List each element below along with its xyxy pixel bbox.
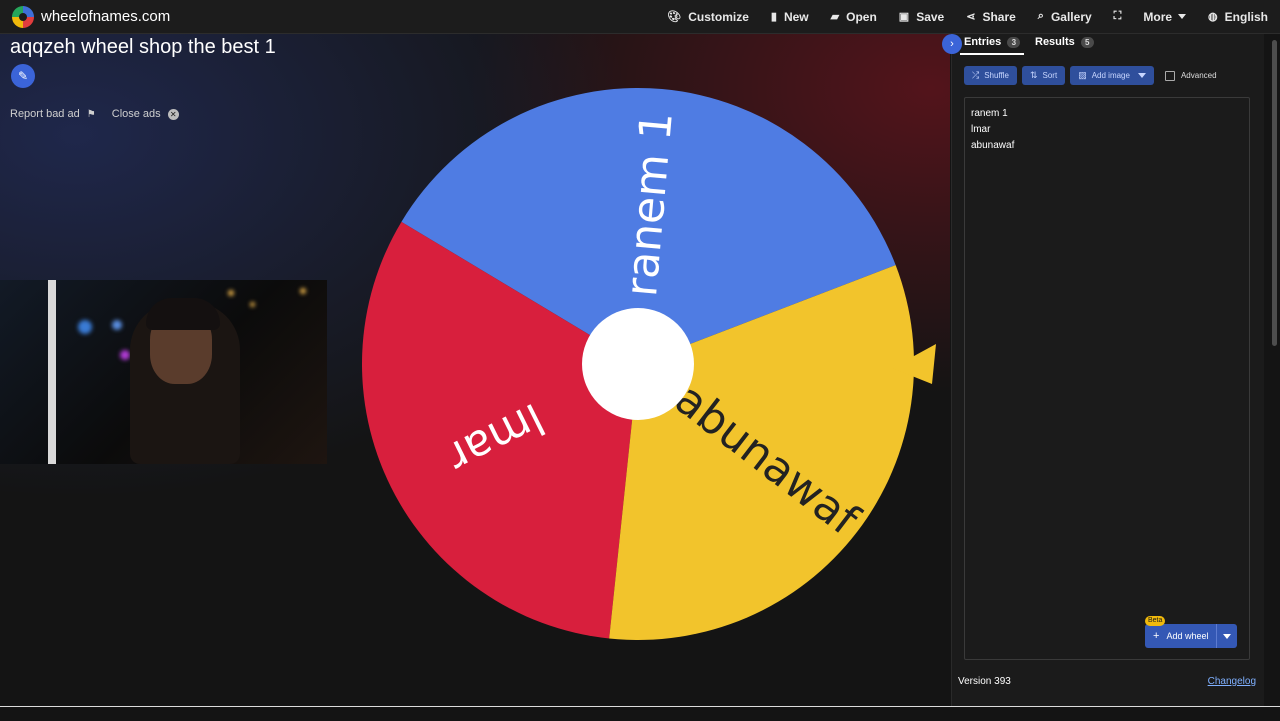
tab-results-label: Results [1035, 36, 1075, 48]
chevron-down-icon [1223, 633, 1232, 639]
fullscreen-icon: ⛶ [1113, 10, 1122, 22]
wheel-stage: aqqzeh wheel shop the best 1 ✎ Report ba… [0, 34, 950, 706]
entry-line: lmar [971, 124, 991, 135]
open-button[interactable]: ▰ Open [831, 10, 877, 24]
new-file-icon: ▮ [770, 11, 777, 23]
image-icon: ▨ [1078, 70, 1087, 80]
sort-button[interactable]: ⇅ Sort [1021, 66, 1066, 85]
entry-line: abunawaf [971, 140, 1015, 151]
share-button[interactable]: ⋖ Share [966, 10, 1016, 24]
new-button[interactable]: ▮ New [771, 10, 809, 24]
folder-open-icon: ▰ [830, 11, 840, 23]
more-menu-button[interactable]: More [1143, 9, 1187, 24]
panel-tabs: › Entries 3 Results 5 [942, 34, 1264, 58]
changelog-link[interactable]: Changelog [1208, 676, 1256, 687]
entries-panel: › Entries 3 Results 5 ⤮ Shuffle ⇅ Sort ▨… [942, 34, 1264, 706]
gallery-label: Gallery [1050, 9, 1092, 24]
tab-results[interactable]: Results 5 [1035, 36, 1094, 48]
brand[interactable]: wheelofnames.com [12, 5, 170, 28]
gallery-button[interactable]: ⌕ Gallery [1038, 10, 1092, 24]
add-wheel-label: Add wheel [1166, 631, 1209, 641]
shuffle-icon: ⤮ [972, 70, 980, 80]
save-label: Save [916, 9, 945, 24]
version-label: Version 393 [958, 676, 1011, 687]
top-nav: 🎨︎ Customize ▮ New ▰ Open ▣ Save ⋖ Share… [645, 0, 1268, 33]
chevron-down-icon [1178, 14, 1187, 19]
page-scrollbar[interactable] [1270, 34, 1280, 706]
chevron-down-icon [1137, 73, 1146, 78]
sort-label: Sort [1042, 71, 1058, 80]
advanced-toggle[interactable]: Advanced [1164, 70, 1217, 81]
advanced-checkbox[interactable] [1164, 70, 1175, 81]
bottom-edge [0, 706, 1280, 721]
results-count-badge: 5 [1080, 36, 1094, 48]
floppy-disk-icon: ▣ [898, 11, 910, 23]
collapse-panel-button[interactable]: › [942, 34, 962, 54]
more-label: More [1143, 9, 1173, 24]
search-icon: ⌕ [1037, 10, 1044, 22]
entries-count-badge: 3 [1007, 36, 1021, 48]
entries-toolbar: ⤮ Shuffle ⇅ Sort ▨ Add image Advanced [964, 66, 1217, 85]
shuffle-button[interactable]: ⤮ Shuffle [964, 66, 1017, 85]
beta-badge: Beta [1145, 616, 1166, 626]
add-wheel-button[interactable]: + Add wheel [1145, 624, 1218, 648]
language-button[interactable]: ◍ English [1208, 10, 1268, 24]
add-wheel-button-group: Beta + Add wheel [1145, 616, 1238, 648]
active-tab-indicator [960, 53, 1024, 55]
spin-wheel[interactable]: ranem 1lmar abunawaf [0, 34, 950, 706]
customize-button[interactable]: 🎨︎ Customize [667, 10, 749, 24]
share-label: Share [982, 9, 1016, 24]
entry-line: ranem 1 [971, 108, 1008, 119]
advanced-label: Advanced [1180, 71, 1217, 80]
share-icon: ⋖ [966, 11, 976, 23]
entries-textarea[interactable]: ranem 1 lmar abunawaf Beta + Add wheel [964, 97, 1250, 660]
add-image-label: Add image [1091, 71, 1130, 80]
plus-icon: + [1153, 630, 1160, 642]
fullscreen-button[interactable]: ⛶ [1114, 10, 1122, 23]
chevron-right-icon: › [950, 38, 954, 50]
top-bar: wheelofnames.com 🎨︎ Customize ▮ New ▰ Op… [0, 0, 1280, 34]
new-label: New [783, 9, 809, 24]
save-button[interactable]: ▣ Save [899, 10, 944, 24]
scrollbar-thumb[interactable] [1272, 40, 1277, 346]
wheel-logo-icon [12, 5, 34, 28]
customize-label: Customize [688, 9, 749, 24]
tab-entries[interactable]: Entries 3 [964, 36, 1021, 48]
add-image-button[interactable]: ▨ Add image [1070, 66, 1154, 85]
site-name[interactable]: wheelofnames.com [41, 8, 170, 25]
tab-entries-label: Entries [964, 36, 1002, 48]
sort-icon: ⇅ [1029, 70, 1038, 80]
globe-icon: ◍ [1208, 11, 1218, 23]
entries-list: ranem 1 lmar abunawaf [965, 106, 1014, 154]
add-wheel-dropdown-button[interactable] [1217, 624, 1237, 648]
shuffle-label: Shuffle [984, 71, 1009, 80]
palette-icon: 🎨︎ [667, 11, 682, 23]
language-label: English [1224, 9, 1268, 24]
wheel-hub[interactable] [582, 308, 694, 420]
open-label: Open [846, 9, 877, 24]
